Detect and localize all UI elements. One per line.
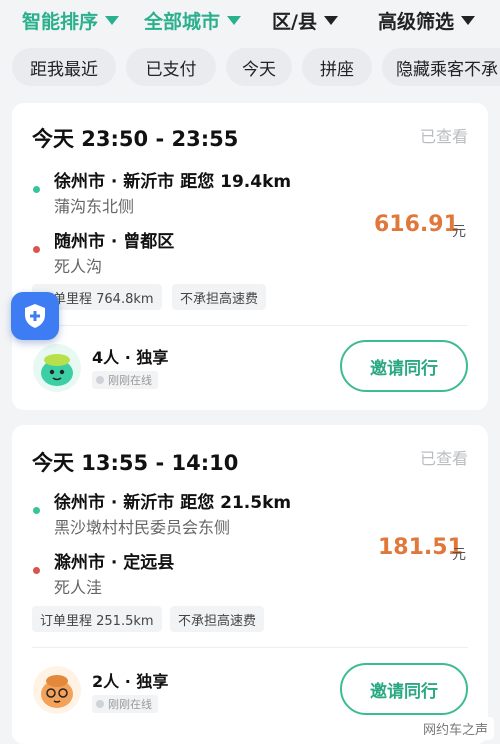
chip-nearest[interactable]: 距我最近 [12,48,116,86]
invite-button[interactable]: 邀请同行 [340,663,468,715]
price-unit: 元 [452,224,466,240]
origin-dot-icon [33,507,40,514]
destination-city: 随州市 · 曾都区 [54,232,175,252]
order-card[interactable]: 今天 23:50 - 23:55 已查看 徐州市 · 新沂市 距您 19.4km… [12,103,488,410]
filter-bar: 智能排序 全部城市 区/县 高级筛选 [0,0,500,40]
chip-carpool[interactable]: 拼座 [302,48,372,86]
passenger-avatar-icon [33,344,81,392]
order-time: 今天 13:55 - 14:10 [32,451,239,475]
online-status: 刚刚在线 [92,371,158,389]
city-filter-label: 全部城市 [144,10,221,33]
chip-paid[interactable]: 已支付 [126,48,216,86]
watermark: 网约车之声 [416,717,494,740]
toll-tag: 不承担高速费 [172,284,267,310]
origin-place: 蒲沟东北侧 [54,197,135,216]
passenger-count: 4人 · 独享 [92,348,169,367]
status-dot-icon [96,700,104,708]
advanced-filter-label: 高级筛选 [378,10,455,33]
card-divider [32,325,468,326]
caret-down-icon [227,15,242,25]
order-price: 616.91 [374,212,459,237]
destination-place: 死人洼 [54,578,103,597]
chip-today[interactable]: 今天 [226,48,292,86]
origin-city: 徐州市 · 新沂市 距您 21.5km [54,493,292,513]
caret-down-icon [461,15,476,25]
city-filter[interactable]: 全部城市 [144,7,242,34]
passenger-avatar-icon [33,666,81,714]
district-filter-label: 区/县 [272,10,317,33]
status-dot-icon [96,376,104,384]
seen-label: 已查看 [419,449,468,468]
sort-filter-label: 智能排序 [22,10,99,33]
origin-place: 黑沙墩村村民委员会东侧 [54,518,231,537]
passenger-count: 2人 · 独享 [92,672,169,691]
caret-down-icon [323,15,338,25]
seen-label: 已查看 [419,127,468,146]
quick-filter-chips: 距我最近 已支付 今天 拼座 隐藏乘客不承 [0,48,500,88]
online-status-label: 刚刚在线 [108,698,152,711]
order-price: 181.51 [378,535,463,560]
destination-place: 死人沟 [54,257,103,276]
chip-hide-passengers[interactable]: 隐藏乘客不承 [382,48,500,86]
distance-tag: 订单里程 251.5km [32,606,162,632]
origin-city: 徐州市 · 新沂市 距您 19.4km [54,172,292,192]
price-unit: 元 [452,547,466,563]
sort-filter[interactable]: 智能排序 [22,7,120,34]
card-divider [32,647,468,648]
destination-dot-icon [33,567,40,574]
safety-shield-button[interactable] [11,292,59,340]
invite-button[interactable]: 邀请同行 [340,340,468,392]
online-status: 刚刚在线 [92,695,158,713]
destination-city: 滁州市 · 定远县 [54,553,175,573]
district-filter[interactable]: 区/县 [272,7,338,34]
order-time: 今天 23:50 - 23:55 [32,127,239,151]
online-status-label: 刚刚在线 [108,374,152,387]
origin-dot-icon [33,186,40,193]
shield-icon [25,304,45,328]
toll-tag: 不承担高速费 [170,606,265,632]
order-card[interactable]: 今天 13:55 - 14:10 已查看 徐州市 · 新沂市 距您 21.5km… [12,425,488,744]
advanced-filter[interactable]: 高级筛选 [378,7,476,34]
caret-down-icon [105,15,120,25]
destination-dot-icon [33,246,40,253]
